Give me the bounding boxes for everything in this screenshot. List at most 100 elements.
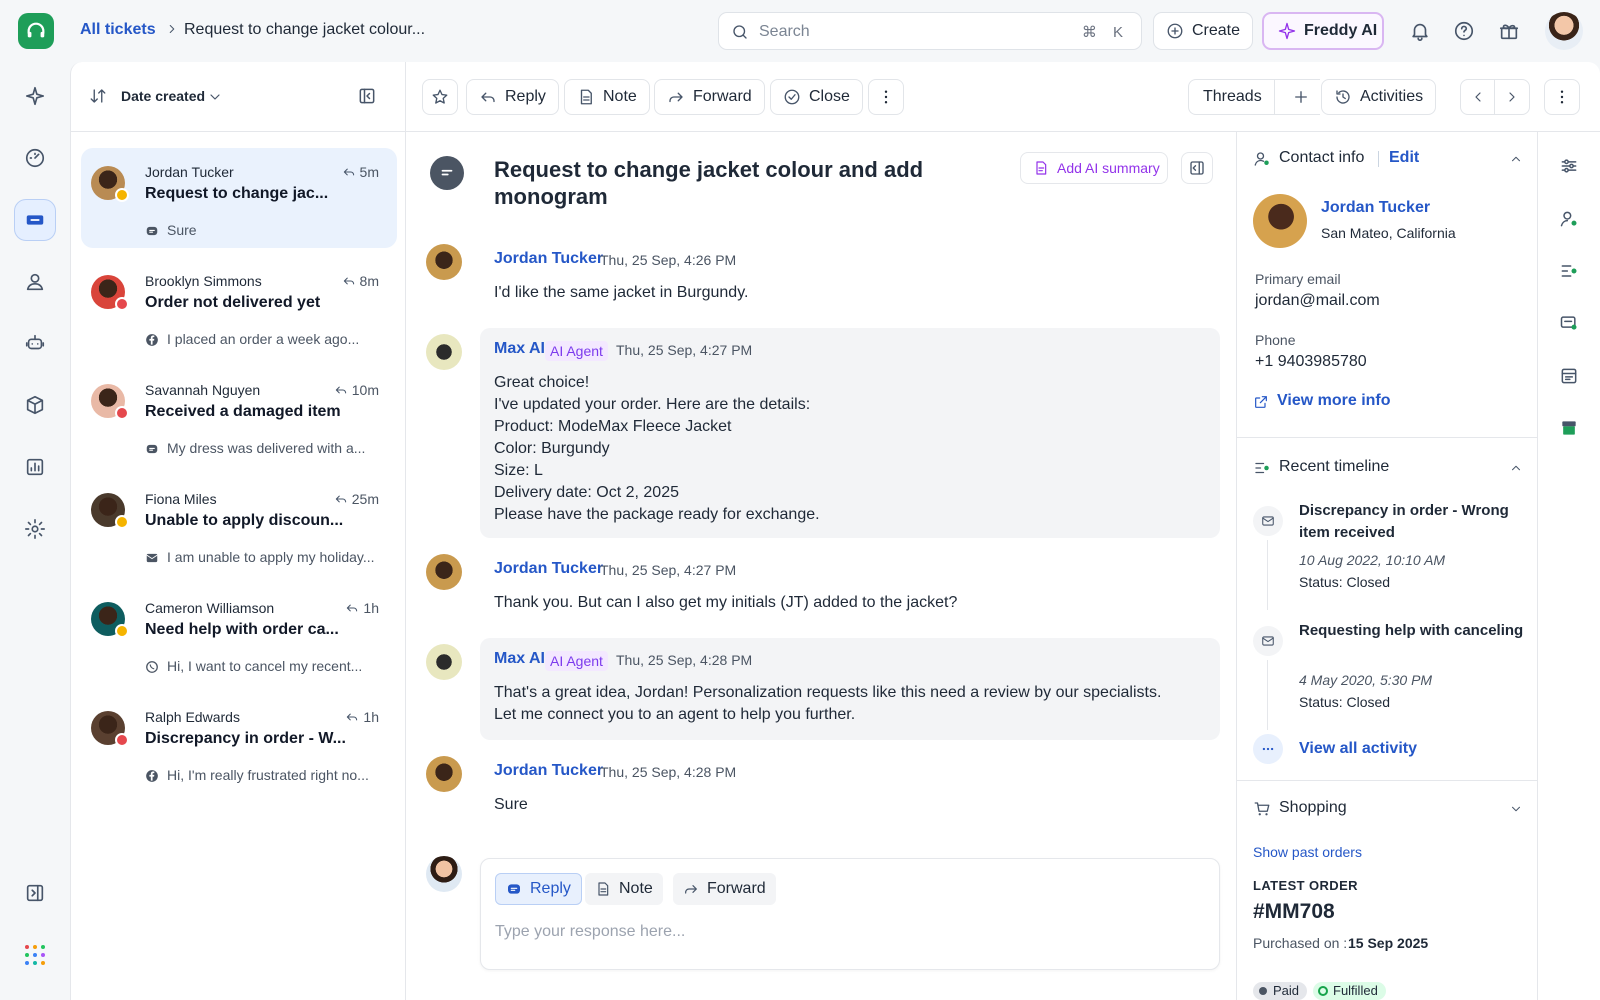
star-icon [431,88,449,106]
threads-button[interactable]: Threads [1189,80,1275,114]
ticket-list-item[interactable]: Savannah Nguyen 10m Received a damaged ite… [81,366,397,466]
timeline-connector [1267,540,1268,610]
nav-analytics-icon[interactable] [14,446,56,488]
freddy-ai-button[interactable]: Freddy AI [1262,12,1384,50]
add-ai-summary-button[interactable]: Add AI summary [1020,152,1168,184]
reply-button[interactable]: Reply [466,79,559,115]
activities-button[interactable]: Activities [1321,79,1437,115]
timeline-item-title[interactable]: Discrepancy in order - Wrong item receiv… [1299,500,1524,544]
ticket-customer-name: Brooklyn Simmons [145,273,262,289]
chevron-down-icon[interactable] [1509,802,1523,816]
gift-icon[interactable] [1496,18,1522,44]
ticket-customer-name: Ralph Edwards [145,709,240,725]
timeline-panel-icon[interactable] [1556,258,1582,284]
more-actions-button[interactable] [868,79,904,115]
expand-panel-icon[interactable] [14,872,56,914]
form-panel-icon[interactable] [1556,363,1582,389]
bell-icon[interactable] [1407,18,1433,44]
timeline-item-title[interactable]: Requesting help with canceling my order,… [1299,620,1524,642]
paid-dot [1259,987,1267,995]
sentiment-emoji-icon [115,624,129,638]
store-icon[interactable] [1556,415,1582,441]
edit-contact-link[interactable]: Edit [1389,149,1419,167]
forward-button[interactable]: Forward [654,79,765,115]
email-value: jordan@mail.com [1255,292,1380,309]
timeline-item-date: 4 May 2020, 5:30 PM [1299,672,1433,688]
whatsapp-icon [145,660,159,674]
latest-order-label: LATEST ORDER [1253,878,1358,893]
message-author[interactable]: Jordan Tucker [494,560,603,578]
chevron-right-icon[interactable] [1495,89,1529,105]
user-avatar[interactable] [1545,12,1583,50]
sort-arrows-icon[interactable] [89,87,107,105]
composer-forward-tab[interactable]: Forward [673,873,776,905]
apps-strip [1538,132,1600,1000]
create-button[interactable]: Create [1153,12,1253,50]
timeline-connector [1267,660,1268,730]
composer-input[interactable]: Type your response here... [495,923,685,941]
nav-bot-icon[interactable] [14,322,56,364]
note-icon [577,88,595,106]
breadcrumb-all-tickets[interactable]: All tickets [80,21,156,39]
contact-details-icon[interactable] [1556,206,1582,232]
chevron-up-icon[interactable] [1509,461,1523,475]
contact-location: San Mateo, California [1321,225,1456,241]
message-author[interactable]: Jordan Tucker [494,250,603,268]
fulfilled-badge: Fulfilled [1313,982,1386,1000]
ai-agent-badge: AI Agent [545,651,608,671]
message-author[interactable]: Max AI [494,650,545,668]
reply-label: Reply [505,88,546,105]
ticket-subject: Unable to apply discoun... [145,512,344,529]
ticket-list-item[interactable]: Jordan Tucker 5m Request to change jac... S… [81,148,397,248]
app-grid-icon[interactable] [14,934,56,976]
app-logo[interactable] [18,13,54,49]
ticket-list-item[interactable]: Cameron Williamson 1h Need help with order… [81,584,397,684]
view-all-activity-link[interactable]: View all activity [1299,740,1417,758]
note-button[interactable]: Note [564,79,650,115]
help-icon[interactable] [1451,18,1477,44]
composer-note-tab[interactable]: Note [585,873,663,905]
message-author[interactable]: Max AI [494,340,545,358]
show-past-orders-link[interactable]: Show past orders [1253,844,1362,860]
close-ticket-button[interactable]: Close [770,79,863,115]
nav-solutions-icon[interactable] [14,384,56,426]
ticket-list-item[interactable]: Brooklyn Simmons 8m Order not delivered ye… [81,257,397,357]
chevron-left-icon[interactable] [1461,80,1496,114]
composer-reply-tab[interactable]: Reply [495,873,582,905]
ticket-menu-button[interactable] [1544,79,1580,115]
nav-dashboard-icon[interactable] [14,137,56,179]
ticket-list-item[interactable]: Fiona Miles 25m Unable to apply discoun...… [81,475,397,575]
search-input[interactable]: Search ⌘ K [718,12,1142,50]
reply-composer[interactable]: Reply Note Forward Type your response he… [480,858,1220,970]
sort-dropdown[interactable]: Date created [121,88,205,104]
shopping-title: Shopping [1279,799,1347,816]
add-thread-icon[interactable] [1283,88,1319,106]
view-more-info-link[interactable]: View more info [1277,392,1391,410]
chevron-up-icon[interactable] [1509,152,1523,166]
collapse-sidebar-icon[interactable] [357,86,377,106]
nav-contacts-icon[interactable] [14,261,56,303]
reply-arrow-icon [335,495,346,503]
contact-info-icon [1253,150,1271,168]
order-id[interactable]: #MM708 [1253,900,1335,924]
toggle-side-panel-icon[interactable] [1181,152,1213,184]
agent-avatar [426,856,462,892]
nav-settings-icon[interactable] [14,508,56,550]
more-horizontal-icon [1253,734,1283,764]
star-button[interactable] [422,79,458,115]
filters-icon[interactable] [1556,153,1582,179]
nav-tickets-icon[interactable] [14,199,56,241]
contact-name-link[interactable]: Jordan Tucker [1321,199,1430,217]
reply-arrow-icon [347,604,358,612]
activities-label: Activities [1360,88,1424,105]
ticket-list-item[interactable]: Ralph Edwards 1h Discrepancy in order - W.… [81,693,397,793]
ticket-customer-name: Jordan Tucker [145,164,234,180]
close-label: Close [809,88,850,105]
reply-icon [479,88,497,106]
nav-ai-sparkle-icon[interactable] [14,75,56,117]
contact-panel: Contact info Edit Jordan Tucker San Mate… [1236,132,1538,1000]
ticket-time: 8m [342,273,379,289]
conversation-panel-icon[interactable] [1556,310,1582,336]
message-author[interactable]: Jordan Tucker [494,762,603,780]
chevron-down-icon[interactable] [207,89,223,105]
